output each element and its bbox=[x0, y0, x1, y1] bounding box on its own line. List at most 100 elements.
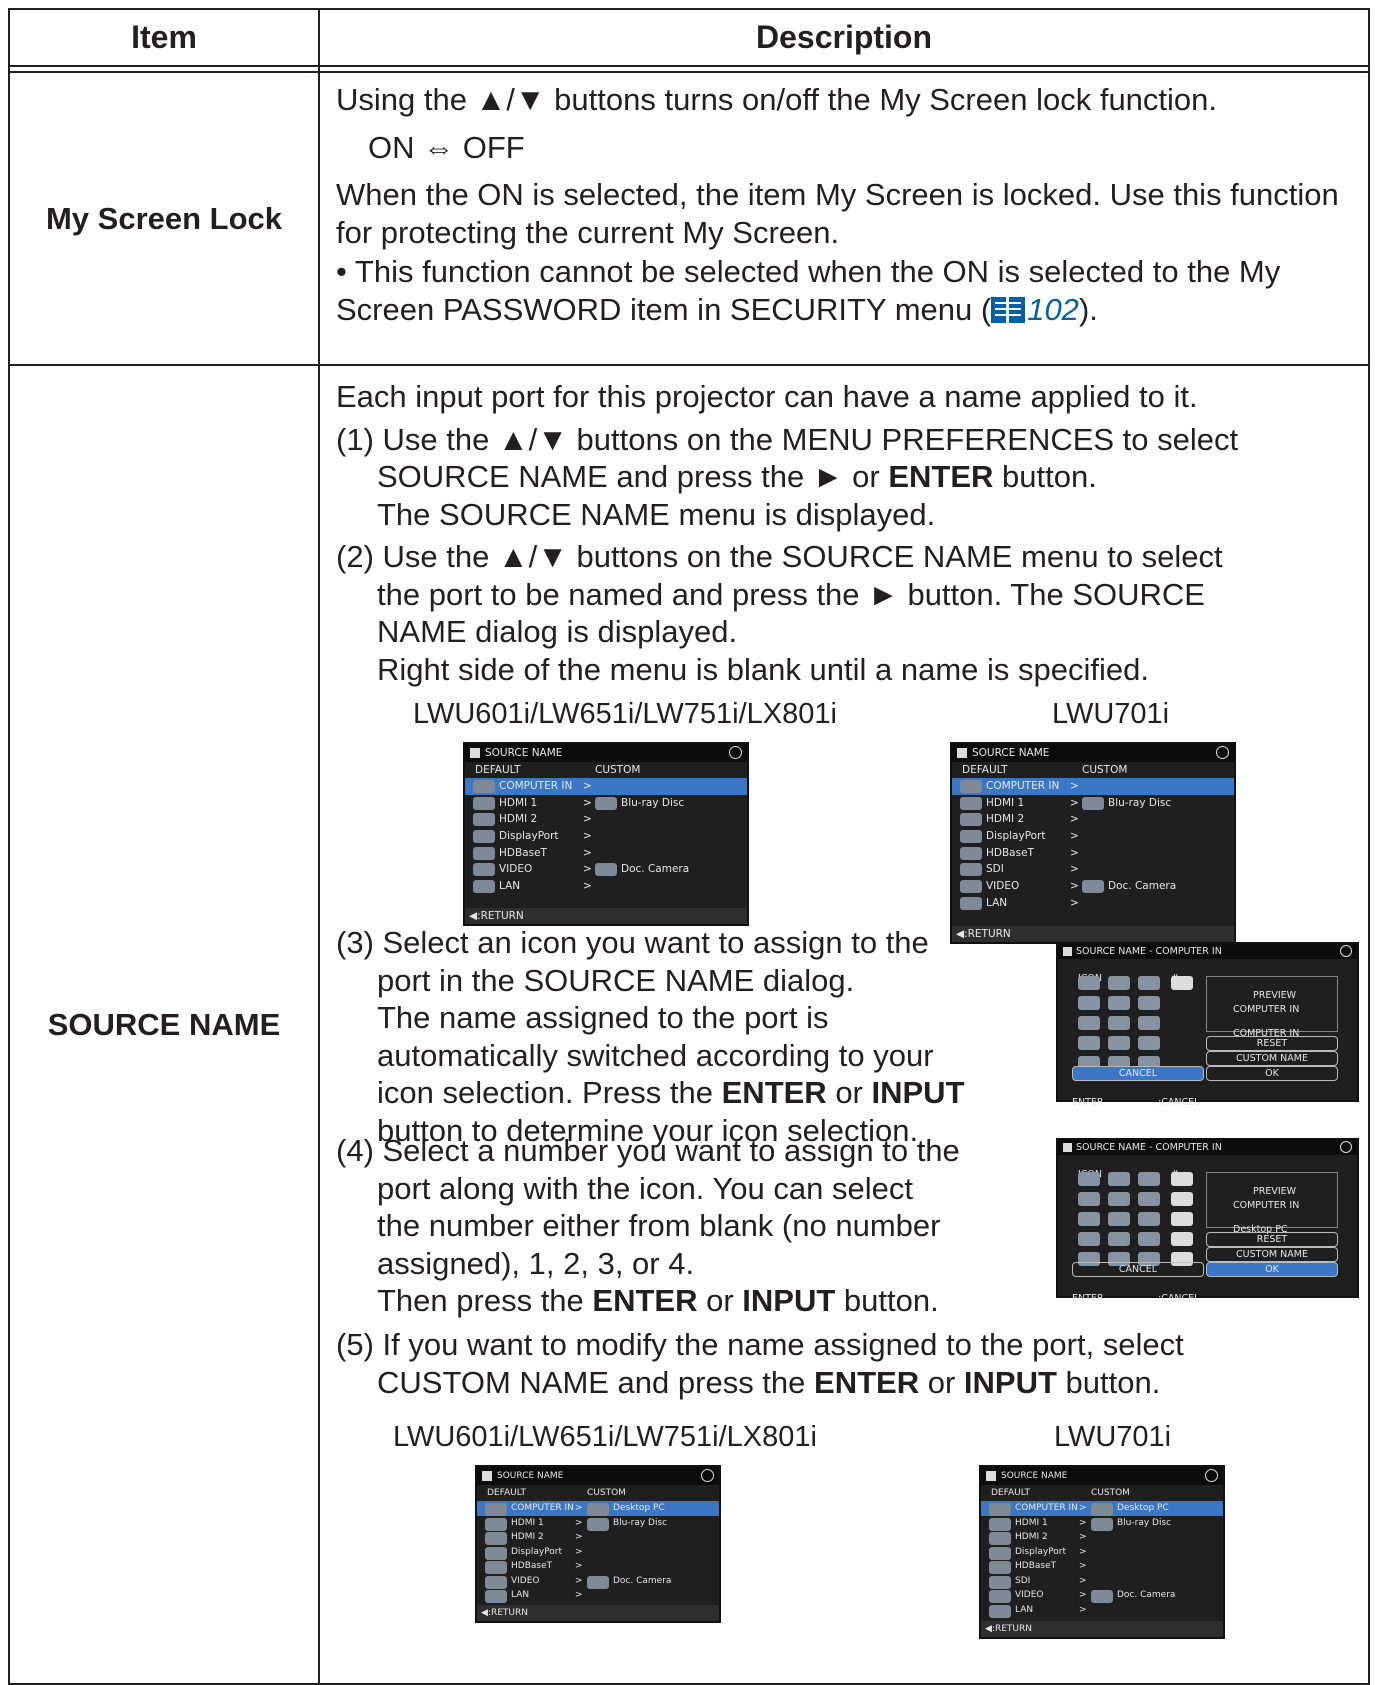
or-text: or bbox=[919, 1364, 964, 1400]
menu-title: SOURCE NAME bbox=[981, 1467, 1223, 1485]
lock-paragraph: When the ON is selected, the item My Scr… bbox=[336, 177, 1339, 250]
port-icon bbox=[989, 1590, 1011, 1603]
step4-line4: assigned), 1, 2, 3, or 4. bbox=[377, 1245, 695, 1281]
number-choice bbox=[1171, 1172, 1193, 1186]
table-row: My Screen Lock Using the ▲/▼ buttons tur… bbox=[8, 71, 1370, 366]
icon-choice bbox=[1108, 1212, 1130, 1226]
port-name: COMPUTER IN bbox=[1015, 1503, 1078, 1513]
step3-block: (3) Select an icon you want to assign to… bbox=[336, 925, 1359, 1148]
custom-icon bbox=[595, 863, 617, 877]
dialog-title: SOURCE NAME - COMPUTER IN bbox=[1058, 1140, 1357, 1155]
custom-icon bbox=[1082, 796, 1104, 810]
custom-column: CUSTOM bbox=[1091, 1488, 1130, 1498]
arrow: > bbox=[1070, 796, 1079, 809]
or-text: or bbox=[697, 1283, 743, 1318]
port-icon bbox=[485, 1561, 507, 1574]
list-item: VIDEO > Doc. Camera bbox=[477, 1574, 719, 1589]
menu-column-headers: DEFAULT CUSTOM bbox=[952, 762, 1234, 778]
custom-name: Doc. Camera bbox=[1108, 880, 1177, 893]
arrow: > bbox=[1070, 780, 1079, 792]
list-item: VIDEO > Doc. Camera bbox=[952, 878, 1234, 895]
icon-choice bbox=[1138, 1172, 1160, 1186]
step4-line3: the number either from blank (no number bbox=[377, 1208, 941, 1243]
arrow: > bbox=[1079, 1604, 1087, 1615]
dialog-title: SOURCE NAME - COMPUTER IN bbox=[1058, 944, 1357, 959]
port-icon bbox=[960, 780, 982, 793]
port-name: VIDEO bbox=[1015, 1590, 1044, 1600]
port-name: HDMI 1 bbox=[499, 796, 538, 809]
custom-icon bbox=[1091, 1590, 1113, 1603]
reset-button: RESET bbox=[1206, 1232, 1338, 1247]
arrow: > bbox=[1079, 1517, 1087, 1528]
port-icon bbox=[473, 796, 495, 810]
port-name: HDMI 2 bbox=[986, 813, 1025, 826]
model-label-b: LWU701i bbox=[1052, 698, 1170, 730]
source-name-menu-d: SOURCE NAME DEFAULT CUSTOM COMPUTER IN > Desk… bbox=[979, 1465, 1225, 1639]
arrow: > bbox=[575, 1561, 583, 1571]
cancel-button: CANCEL bbox=[1072, 1262, 1204, 1277]
custom-column: CUSTOM bbox=[1082, 764, 1128, 776]
lock-bullet-end: ). bbox=[1078, 291, 1098, 327]
default-column: DEFAULT bbox=[991, 1488, 1030, 1498]
list-item: HDMI 2 > bbox=[981, 1530, 1223, 1545]
icon-choice bbox=[1138, 976, 1160, 990]
icon-choice bbox=[1078, 1172, 1100, 1186]
port-name: HDMI 1 bbox=[986, 796, 1025, 809]
port-name: DisplayPort bbox=[986, 830, 1046, 843]
port-icon bbox=[989, 1503, 1011, 1516]
list-item: COMPUTER IN > bbox=[952, 778, 1234, 795]
number-choice bbox=[1171, 1212, 1193, 1226]
icon-choice bbox=[1108, 996, 1130, 1010]
custom-icon bbox=[1091, 1503, 1113, 1516]
step1-line2: SOURCE NAME and press the ► or ENTER but… bbox=[336, 458, 1354, 496]
source-name-menu-c: SOURCE NAME DEFAULT CUSTOM COMPUTER IN > Desk… bbox=[475, 1465, 721, 1623]
arrow: > bbox=[1079, 1561, 1087, 1571]
list-item: LAN > bbox=[465, 878, 747, 895]
icon-choice bbox=[1108, 1036, 1130, 1050]
port-icon bbox=[989, 1517, 1011, 1531]
cancel-hint: :CANCEL bbox=[1158, 1097, 1200, 1108]
step4-text: Then press the bbox=[377, 1283, 593, 1318]
custom-icon bbox=[595, 796, 617, 810]
arrow: > bbox=[1070, 880, 1079, 893]
port-name: HDBaseT bbox=[499, 846, 547, 859]
arrow: > bbox=[1070, 846, 1079, 859]
gear-icon bbox=[729, 746, 742, 759]
source-name-menu-a: SOURCE NAME DEFAULT CUSTOM COMPUTER IN > HDMI… bbox=[463, 742, 749, 926]
manual-book-icon bbox=[991, 296, 1026, 323]
page-reference-link[interactable]: 102 bbox=[1027, 292, 1079, 327]
icon-choice bbox=[1078, 1232, 1100, 1246]
step3-line5: icon selection. Press the ENTER or INPUT bbox=[336, 1074, 996, 1112]
list-item: COMPUTER IN > Desktop PC bbox=[981, 1501, 1223, 1516]
default-column: DEFAULT bbox=[962, 764, 1008, 776]
port-name: HDMI 2 bbox=[511, 1532, 544, 1542]
arrow: > bbox=[583, 813, 592, 826]
number-choice bbox=[1171, 1192, 1193, 1206]
return-hint: ◀:RETURN bbox=[981, 1621, 1223, 1637]
port-icon bbox=[473, 830, 495, 844]
list-item: COMPUTER IN > Desktop PC bbox=[477, 1501, 719, 1516]
port-name: LAN bbox=[499, 880, 521, 893]
port-icon bbox=[485, 1575, 507, 1589]
port-name: DisplayPort bbox=[499, 830, 559, 843]
return-hint: ◀:RETURN bbox=[465, 908, 747, 924]
list-item: HDBaseT > bbox=[952, 845, 1234, 862]
list-item: DisplayPort > bbox=[952, 828, 1234, 845]
arrow: > bbox=[583, 830, 592, 843]
arrow: > bbox=[575, 1575, 583, 1586]
custom-icon bbox=[1082, 880, 1104, 894]
icon-choice bbox=[1078, 1016, 1100, 1030]
arrow: > bbox=[1070, 813, 1079, 826]
port-icon bbox=[989, 1604, 1011, 1618]
list-item: VIDEO > Doc. Camera bbox=[465, 861, 747, 878]
arrow: > bbox=[575, 1546, 583, 1557]
item-my-screen-lock: My Screen Lock bbox=[8, 71, 320, 366]
port-name: HDBaseT bbox=[1015, 1561, 1057, 1571]
source-name-menu-b: SOURCE NAME DEFAULT CUSTOM COMPUTER IN > HDMI… bbox=[950, 742, 1236, 944]
arrow: > bbox=[583, 796, 592, 809]
list-item: HDMI 1 > Blu-ray Disc bbox=[981, 1516, 1223, 1531]
arrow: > bbox=[1079, 1503, 1087, 1513]
port-icon bbox=[485, 1517, 507, 1531]
enter-keyword: ENTER bbox=[592, 1283, 698, 1318]
port-icon bbox=[960, 846, 982, 860]
